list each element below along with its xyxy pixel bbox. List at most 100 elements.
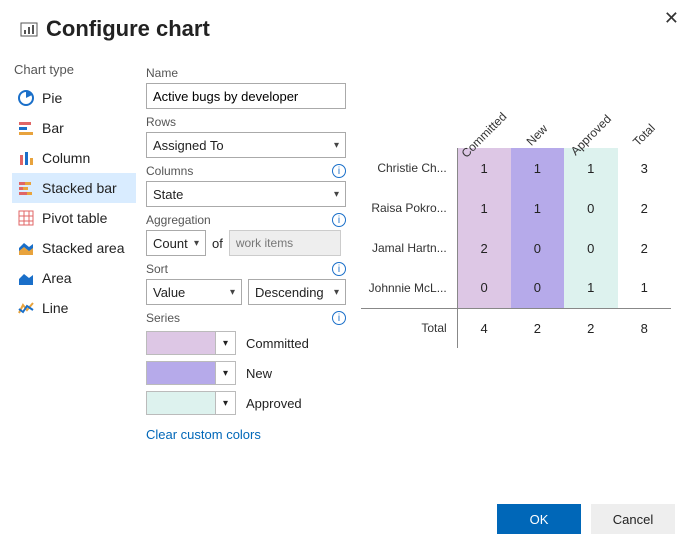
- cell: 2: [511, 308, 564, 348]
- chevron-down-icon: ▾: [334, 189, 339, 200]
- table-row: Raisa Pokro... 1 1 0 2: [361, 188, 671, 228]
- sort-label: Sort: [146, 262, 168, 276]
- series-swatch: [146, 391, 216, 415]
- chart-type-line[interactable]: Line: [12, 293, 136, 323]
- chart-icon: [20, 20, 38, 38]
- chart-type-label-text: Pie: [42, 90, 62, 106]
- chart-type-label: Chart type: [14, 62, 136, 77]
- aggregation-select[interactable]: Count ▾: [146, 230, 206, 256]
- chart-type-label-text: Line: [42, 300, 68, 316]
- row-label: Raisa Pokro...: [361, 188, 457, 228]
- page-title: Configure chart: [46, 16, 210, 42]
- series-name: New: [246, 366, 272, 381]
- chart-type-stacked-bar[interactable]: Stacked bar: [12, 173, 136, 203]
- table-total-row: Total 4 2 2 8: [361, 308, 671, 348]
- row-label: Total: [361, 308, 457, 348]
- ok-button[interactable]: OK: [497, 504, 581, 534]
- columns-select[interactable]: State ▾: [146, 181, 346, 207]
- cell-total: 8: [618, 308, 671, 348]
- chart-type-stacked-area[interactable]: Stacked area: [12, 233, 136, 263]
- preview-table: Committed New Approved Total Christie Ch…: [361, 94, 671, 348]
- table-row: Jamal Hartn... 2 0 0 2: [361, 228, 671, 268]
- chart-type-label-text: Stacked area: [42, 240, 125, 256]
- pivot-icon: [16, 209, 36, 227]
- rows-label: Rows: [146, 115, 350, 129]
- cell: 1: [564, 268, 617, 308]
- chart-type-area[interactable]: Area: [12, 263, 136, 293]
- chart-type-pivot[interactable]: Pivot table: [12, 203, 136, 233]
- cell: 2: [564, 308, 617, 348]
- sort-field-value: Value: [153, 285, 185, 300]
- column-icon: [16, 149, 36, 167]
- info-icon[interactable]: i: [332, 164, 346, 178]
- chart-type-column[interactable]: Column: [12, 143, 136, 173]
- chevron-down-icon: ▾: [334, 287, 339, 298]
- aggregation-of: of: [212, 236, 223, 251]
- cell: 1: [511, 188, 564, 228]
- table-row: Christie Ch... 1 1 1 3: [361, 148, 671, 188]
- cell: 2: [457, 228, 510, 268]
- series-label: Series: [146, 311, 180, 325]
- columns-label: Columns: [146, 164, 193, 178]
- row-label: Christie Ch...: [361, 148, 457, 188]
- chevron-down-icon: ▾: [194, 238, 199, 249]
- chart-type-label-text: Bar: [42, 120, 64, 136]
- row-label: Johnnie McL...: [361, 268, 457, 308]
- chart-type-label-text: Column: [42, 150, 90, 166]
- clear-colors-link[interactable]: Clear custom colors: [146, 427, 261, 442]
- aggregation-value: Count: [153, 236, 188, 251]
- series-name: Approved: [246, 396, 302, 411]
- rows-value: Assigned To: [153, 138, 224, 153]
- info-icon[interactable]: i: [332, 311, 346, 325]
- chart-type-label-text: Pivot table: [42, 210, 107, 226]
- chart-type-label-text: Area: [42, 270, 72, 286]
- cell: 1: [564, 148, 617, 188]
- cell: 4: [457, 308, 510, 348]
- chevron-down-icon: ▾: [334, 140, 339, 151]
- info-icon[interactable]: i: [332, 262, 346, 276]
- cell-total: 3: [618, 148, 671, 188]
- series-color-dropdown[interactable]: ▾: [216, 391, 236, 415]
- pie-icon: [16, 89, 36, 107]
- cell: 1: [457, 188, 510, 228]
- cell: 0: [511, 268, 564, 308]
- chevron-down-icon: ▾: [230, 287, 235, 298]
- col-header: Total: [630, 121, 658, 149]
- cell: 1: [511, 148, 564, 188]
- col-header: New: [524, 122, 551, 149]
- table-row: Johnnie McL... 0 0 1 1: [361, 268, 671, 308]
- series-color-dropdown[interactable]: ▾: [216, 331, 236, 355]
- cancel-button[interactable]: Cancel: [591, 504, 675, 534]
- row-label: Jamal Hartn...: [361, 228, 457, 268]
- cell-total: 2: [618, 188, 671, 228]
- aggregation-label: Aggregation: [146, 213, 211, 227]
- cell: 0: [564, 188, 617, 228]
- name-label: Name: [146, 66, 350, 80]
- close-icon[interactable]: ✕: [664, 8, 679, 29]
- series-color-dropdown[interactable]: ▾: [216, 361, 236, 385]
- cell: 0: [457, 268, 510, 308]
- aggregation-units: work items: [229, 230, 341, 256]
- bar-icon: [16, 119, 36, 137]
- cell-total: 1: [618, 268, 671, 308]
- chart-type-label-text: Stacked bar: [42, 180, 117, 196]
- chart-type-bar[interactable]: Bar: [12, 113, 136, 143]
- rows-select[interactable]: Assigned To ▾: [146, 132, 346, 158]
- columns-value: State: [153, 187, 183, 202]
- chart-type-pie[interactable]: Pie: [12, 83, 136, 113]
- line-icon: [16, 299, 36, 317]
- name-input[interactable]: [146, 83, 346, 109]
- series-row-new: ▾ New: [146, 361, 350, 385]
- cell-total: 2: [618, 228, 671, 268]
- stacked-area-icon: [16, 239, 36, 257]
- sort-direction-value: Descending: [255, 285, 324, 300]
- sort-field-select[interactable]: Value ▾: [146, 279, 242, 305]
- series-name: Committed: [246, 336, 309, 351]
- series-row-committed: ▾ Committed: [146, 331, 350, 355]
- area-icon: [16, 269, 36, 287]
- series-swatch: [146, 361, 216, 385]
- cell: 0: [564, 228, 617, 268]
- sort-direction-select[interactable]: Descending ▾: [248, 279, 346, 305]
- info-icon[interactable]: i: [332, 213, 346, 227]
- series-swatch: [146, 331, 216, 355]
